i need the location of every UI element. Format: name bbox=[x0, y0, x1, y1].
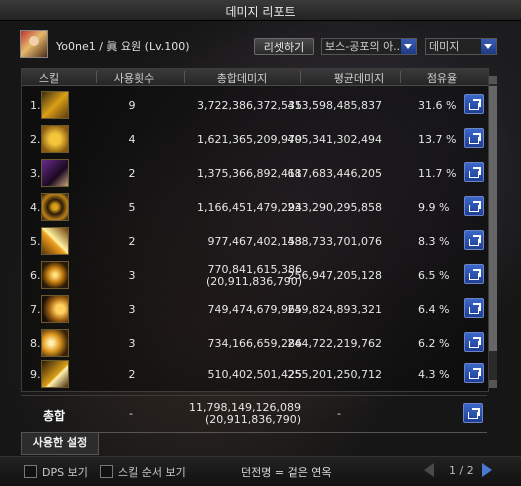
row-rank: 4. bbox=[30, 201, 41, 214]
row-average: 256,947,205,128 bbox=[287, 269, 382, 282]
header-divider bbox=[184, 71, 185, 83]
page-indicator: 1 / 2 bbox=[449, 464, 474, 477]
row-rank: 9. bbox=[30, 368, 41, 381]
row-uses: 3 bbox=[128, 337, 136, 350]
scroll-down-icon[interactable] bbox=[489, 380, 497, 388]
table-row: 3. 2 1,375,366,892,411 687,683,446,205 1… bbox=[22, 156, 488, 190]
header-skill: 스킬 bbox=[38, 72, 60, 85]
title-bar[interactable]: 데미지 리포트 bbox=[0, 0, 521, 21]
share-icon[interactable] bbox=[464, 332, 484, 352]
row-average: 249,824,893,321 bbox=[287, 303, 382, 316]
share-icon[interactable] bbox=[464, 264, 484, 284]
next-page-icon[interactable] bbox=[482, 463, 492, 477]
table-header: 스킬 사용횟수 총합데미지 평균데미지 점유율 bbox=[22, 69, 488, 86]
header-share: 점유율 bbox=[426, 72, 458, 85]
blade-skill-icon bbox=[41, 360, 69, 388]
share-icon[interactable] bbox=[464, 128, 484, 148]
share-icon[interactable] bbox=[464, 94, 484, 114]
summary-row: 총합 - 11,798,149,126,089 (20,911,836,790)… bbox=[21, 395, 487, 430]
row-average: 488,733,701,076 bbox=[287, 235, 382, 248]
crosshair-skill-icon bbox=[41, 193, 69, 221]
boss-select[interactable]: 보스-공포의 아.. bbox=[321, 38, 417, 55]
row-rank: 7. bbox=[30, 303, 41, 316]
share-icon[interactable] bbox=[464, 196, 484, 216]
table-row: 6. 3 770,841,615,386 (20,911,836,790) 25… bbox=[22, 258, 488, 292]
summary-uses: - bbox=[129, 407, 133, 420]
header-divider bbox=[96, 71, 97, 83]
skill-table: 스킬 사용횟수 총합데미지 평균데미지 점유율 1. 9 3,722,386,3… bbox=[21, 68, 489, 392]
chevron-down-icon[interactable] bbox=[401, 39, 416, 54]
table-row: 1. 9 3,722,386,372,535 413,598,485,837 3… bbox=[22, 88, 488, 122]
avatar bbox=[20, 30, 48, 58]
row-uses: 3 bbox=[128, 269, 136, 282]
damage-report-window: 데미지 리포트 Yo0ne1 / 眞 요원 (Lv.100) 리셋하기 보스-공… bbox=[0, 0, 521, 486]
prev-page-icon[interactable] bbox=[424, 463, 434, 477]
gold-emblem-skill-icon bbox=[41, 125, 69, 153]
arc-skill-icon bbox=[41, 295, 69, 323]
dps-checkbox-label: DPS 보기 bbox=[42, 466, 88, 479]
row-rank: 2. bbox=[30, 133, 41, 146]
boss-select-value: 보스-공포의 아.. bbox=[325, 40, 401, 53]
share-icon[interactable] bbox=[464, 298, 484, 318]
table-row: 7. 3 749,474,679,965 249,824,893,321 6.4… bbox=[22, 292, 488, 326]
row-uses: 5 bbox=[128, 201, 136, 214]
dungeon-hint: 던전명 = 겉은 연옥 bbox=[241, 466, 332, 479]
metric-select-value: 데미지 bbox=[429, 40, 460, 53]
row-uses: 3 bbox=[128, 303, 136, 316]
dps-checkbox[interactable] bbox=[24, 465, 37, 478]
row-uses: 9 bbox=[128, 99, 136, 112]
row-rank: 6. bbox=[30, 269, 41, 282]
header-average: 평균데미지 bbox=[333, 72, 385, 85]
table-row: 8. 3 734,166,659,286 244,722,219,762 6.2… bbox=[22, 326, 488, 360]
table-row: 9. 2 510,402,501,425 255,201,250,712 4.3… bbox=[22, 357, 488, 391]
shadow-portrait-skill-icon bbox=[41, 159, 69, 187]
share-icon[interactable] bbox=[463, 403, 483, 423]
user-name: Yo0ne1 / 眞 요원 (Lv.100) bbox=[56, 40, 190, 53]
chevron-down-icon[interactable] bbox=[481, 39, 496, 54]
share-icon[interactable] bbox=[464, 230, 484, 250]
header-uses: 사용횟수 bbox=[113, 72, 155, 85]
bottom-bar: DPS 보기 스킬 순서 보기 던전명 = 겉은 연옥 1 / 2 bbox=[0, 456, 521, 486]
header-divider bbox=[300, 71, 301, 83]
slash-skill-icon bbox=[41, 227, 69, 255]
reset-button[interactable]: 리셋하기 bbox=[254, 38, 314, 55]
row-average: 255,201,250,712 bbox=[287, 368, 382, 381]
share-icon[interactable] bbox=[464, 162, 484, 182]
row-average: 233,290,295,858 bbox=[287, 201, 382, 214]
skill-order-checkbox-label: 스킬 순서 보기 bbox=[118, 466, 186, 479]
row-uses: 2 bbox=[128, 235, 136, 248]
metric-select[interactable]: 데미지 bbox=[425, 38, 497, 55]
window-title: 데미지 리포트 bbox=[225, 5, 296, 19]
row-average: 413,598,485,837 bbox=[287, 99, 382, 112]
whirlwind-skill-icon bbox=[41, 261, 69, 289]
row-rank: 8. bbox=[30, 337, 41, 350]
scroll-thumb[interactable] bbox=[489, 86, 497, 351]
row-uses: 4 bbox=[128, 133, 136, 146]
scroll-up-icon[interactable] bbox=[489, 76, 497, 84]
summary-label: 총합 bbox=[43, 409, 66, 423]
skill-order-checkbox[interactable] bbox=[100, 465, 113, 478]
burst-skill-icon bbox=[41, 329, 69, 357]
row-average: 244,722,219,762 bbox=[287, 337, 382, 350]
summary-average: - bbox=[337, 407, 341, 420]
tab-used-settings[interactable]: 사용한 설정 bbox=[21, 433, 99, 455]
row-average: 405,341,302,494 bbox=[287, 133, 382, 146]
row-rank: 5. bbox=[30, 235, 41, 248]
row-uses: 2 bbox=[128, 167, 136, 180]
table-row: 5. 2 977,467,402,153 488,733,701,076 8.3… bbox=[22, 224, 488, 258]
sword-skill-icon bbox=[41, 91, 69, 119]
table-row: 4. 5 1,166,451,479,294 233,290,295,858 9… bbox=[22, 190, 488, 224]
table-scrollbar[interactable] bbox=[489, 76, 497, 388]
row-average: 687,683,446,205 bbox=[287, 167, 382, 180]
table-row: 2. 4 1,621,365,209,979 405,341,302,494 1… bbox=[22, 122, 488, 156]
share-icon[interactable] bbox=[464, 363, 484, 383]
row-rank: 3. bbox=[30, 167, 41, 180]
header-total: 총합데미지 bbox=[216, 72, 268, 85]
row-rank: 1. bbox=[30, 99, 41, 112]
header-divider bbox=[400, 71, 401, 83]
tab-bar: 사용한 설정 bbox=[21, 432, 487, 455]
row-uses: 2 bbox=[128, 368, 136, 381]
